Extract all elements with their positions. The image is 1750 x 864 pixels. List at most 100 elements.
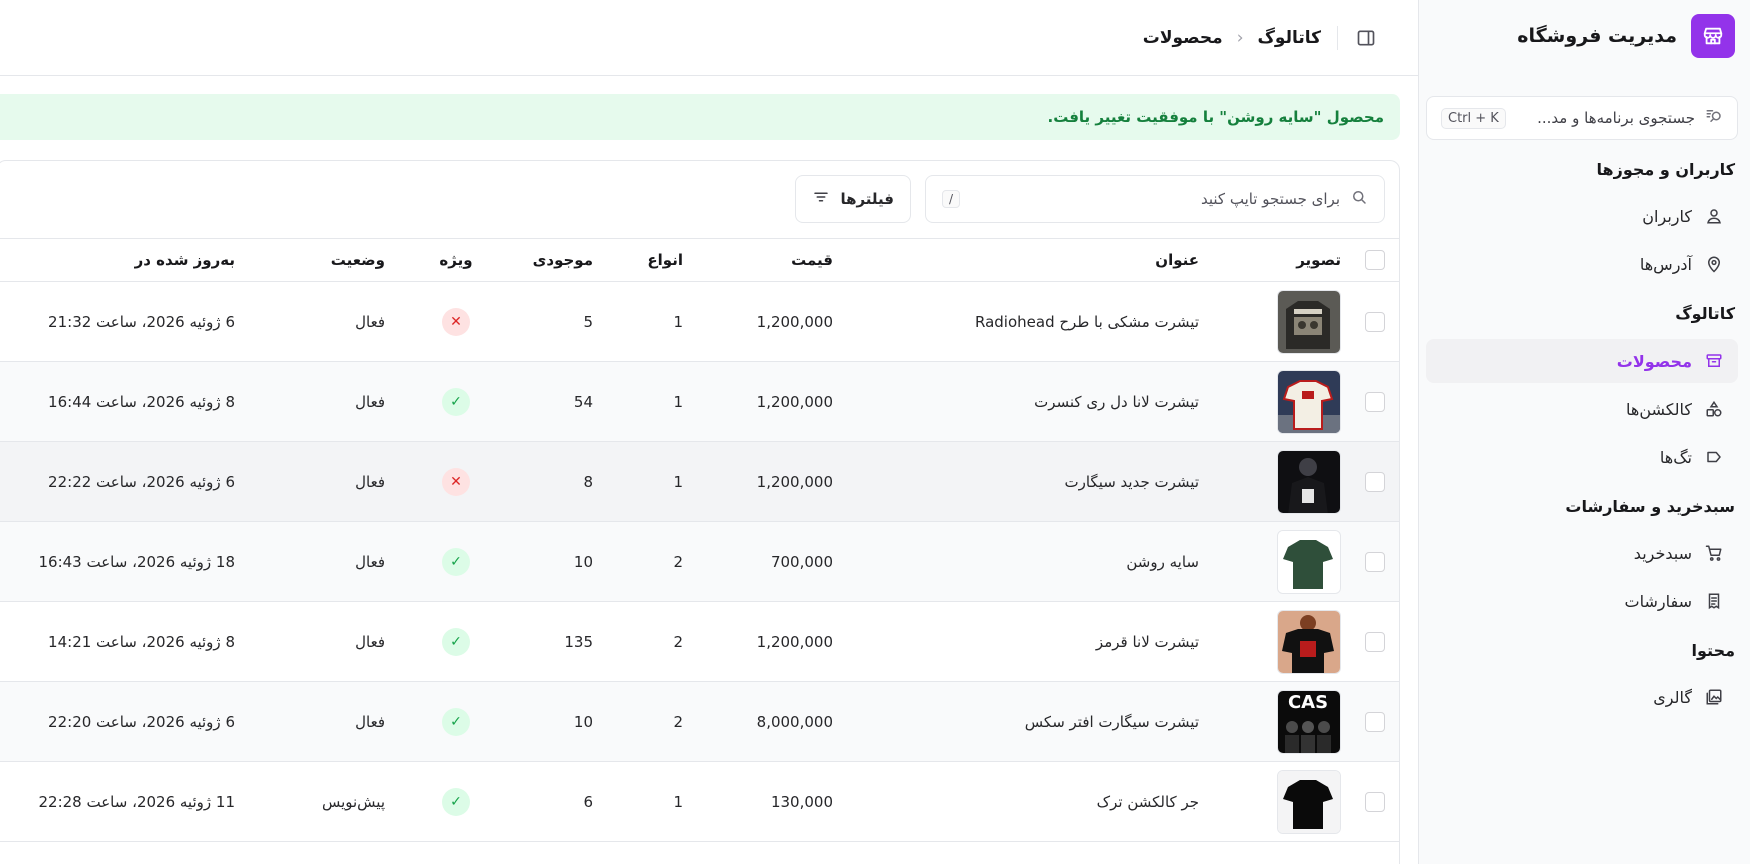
product-thumbnail[interactable]	[1261, 282, 1341, 361]
receipt-icon	[1704, 591, 1724, 611]
x-icon: ✕	[442, 467, 470, 496]
brand-name: مدیریت فروشگاه	[1517, 25, 1677, 47]
featured-badge: ✓	[434, 762, 478, 841]
row-checkbox[interactable]	[1365, 762, 1385, 841]
product-thumbnail[interactable]	[1261, 522, 1341, 601]
row-checkbox[interactable]	[1365, 442, 1385, 521]
featured-badge: ✓	[434, 682, 478, 761]
brand[interactable]: مدیریت فروشگاه	[1517, 14, 1735, 58]
product-price: 130,000	[770, 792, 833, 811]
product-price: 1,200,000	[756, 312, 833, 331]
check-icon: ✓	[442, 787, 470, 816]
topbar: کاتالوگ ‹ محصولات	[0, 0, 1418, 76]
featured-badge: ✓	[434, 602, 478, 681]
sidebar-search-placeholder: جستجوی برنامه‌ها و مد...	[1537, 109, 1695, 127]
search-shortcut-key: /	[942, 190, 961, 208]
row-checkbox[interactable]	[1365, 522, 1385, 601]
col-featured[interactable]: ویژه	[434, 239, 478, 281]
table-row[interactable]: تیشرت مشکی با طرح Radiohead 1,200,000 1 5 ✕ ف…	[0, 282, 1399, 362]
table-row[interactable]: تیشرت جدید سیگارت 1,200,000 1 8 ✕ فعال 6 ژوئیه…	[0, 442, 1399, 522]
sidebar: مدیریت فروشگاه جستجوی برنامه‌ها و مد... …	[1418, 0, 1750, 864]
updated-at: 8 ژوئیه 2026، ساعت 14:21	[48, 632, 235, 651]
sidebar-item-label: سفارشات	[1624, 591, 1692, 611]
sidebar-item-carts[interactable]: سبدخرید	[1426, 531, 1738, 575]
status-badge: فعال	[355, 472, 385, 491]
product-thumbnail[interactable]	[1261, 362, 1341, 441]
svg-text:CAS: CAS	[1288, 692, 1328, 713]
product-variants: 1	[673, 472, 683, 491]
search-icon	[1350, 188, 1368, 210]
product-variants: 1	[673, 792, 683, 811]
product-thumbnail[interactable]	[1261, 602, 1341, 681]
gallery-icon	[1704, 687, 1724, 707]
status-badge: فعال	[355, 712, 385, 731]
breadcrumb-catalog[interactable]: کاتالوگ	[1258, 28, 1321, 48]
filters-button[interactable]: فیلترها	[795, 175, 911, 223]
product-thumbnail[interactable]	[1261, 762, 1341, 841]
product-title[interactable]: تیشرت سیگارت افتر سکس	[1025, 682, 1199, 761]
sidebar-item-collections[interactable]: کالکشن‌ها	[1426, 387, 1738, 431]
status-badge: فعال	[355, 632, 385, 651]
sidebar-item-users[interactable]: کاربران	[1426, 194, 1738, 238]
product-thumbnail[interactable]	[1261, 442, 1341, 521]
product-title[interactable]: تیشرت لانا دل ری کنسرت	[1034, 362, 1199, 441]
row-checkbox[interactable]	[1365, 362, 1385, 441]
table-row[interactable]: سایه روشن 700,000 2 10 ✓ فعال 18 ژوئیه 2026، س…	[0, 522, 1399, 602]
sidebar-item-label: آدرس‌ها	[1639, 254, 1692, 274]
sidebar-item-tags[interactable]: تگ‌ها	[1426, 435, 1738, 479]
table-search[interactable]: /	[925, 175, 1385, 223]
col-title[interactable]: عنوان	[1155, 239, 1199, 281]
product-title[interactable]: تیشرت مشکی با طرح Radiohead	[975, 282, 1199, 361]
product-price: 1,200,000	[756, 392, 833, 411]
sidebar-item-gallery[interactable]: گالری	[1426, 675, 1738, 719]
sidebar-item-label: تگ‌ها	[1659, 447, 1692, 467]
table-toolbar: / فیلترها	[0, 175, 1385, 223]
table-row[interactable]: جر کالکشن ترک 130,000 1 6 ✓ پیش‌نویس 11 ژوئیه …	[0, 762, 1399, 842]
col-price[interactable]: قیمت	[791, 239, 833, 281]
product-title[interactable]: تیشرت لانا قرمز	[1096, 602, 1199, 681]
col-updated[interactable]: به‌روز شده در	[135, 239, 235, 281]
product-variants: 2	[673, 632, 683, 651]
product-stock: 54	[573, 392, 593, 411]
col-stock[interactable]: موجودی	[533, 239, 593, 281]
row-checkbox[interactable]	[1365, 682, 1385, 761]
store-icon	[1691, 14, 1735, 58]
table-row[interactable]: تیشرت لانا قرمز 1,200,000 2 135 ✓ فعال 8 ژوئیه…	[0, 602, 1399, 682]
updated-at: 11 ژوئیه 2026، ساعت 22:28	[38, 792, 236, 811]
col-status[interactable]: وضعیت	[331, 239, 385, 281]
sidebar-item-orders[interactable]: سفارشات	[1426, 579, 1738, 623]
col-variants[interactable]: انواع	[647, 239, 683, 281]
row-checkbox[interactable]	[1365, 602, 1385, 681]
sidebar-item-label: گالری	[1653, 687, 1692, 707]
row-checkbox[interactable]	[1365, 282, 1385, 361]
product-price: 700,000	[770, 552, 833, 571]
updated-at: 6 ژوئیه 2026، ساعت 22:20	[48, 712, 235, 731]
map-pin-icon	[1704, 254, 1724, 274]
sidebar-search[interactable]: جستجوی برنامه‌ها و مد... Ctrl + K	[1426, 96, 1738, 140]
product-stock: 135	[564, 632, 593, 651]
product-variants: 2	[673, 712, 683, 731]
sidebar-item-addresses[interactable]: آدرس‌ها	[1426, 242, 1738, 286]
table-row[interactable]: تیشرت لانا دل ری کنسرت 1,200,000 1 54 ✓ فعال 8…	[0, 362, 1399, 442]
product-variants: 1	[673, 392, 683, 411]
sidebar-toggle-icon[interactable]	[1354, 26, 1378, 50]
search-input[interactable]	[970, 190, 1340, 208]
updated-at: 18 ژوئیه 2026، ساعت 16:43	[38, 552, 236, 571]
nav-group-orders: سبدخرید و سفارشات	[1565, 497, 1735, 516]
select-all-checkbox[interactable]	[1365, 239, 1385, 281]
product-title[interactable]: تیشرت جدید سیگارت	[1064, 442, 1199, 521]
alert-message: محصول "سایه روشن" با موفقیت تغییر یافت.	[1047, 108, 1385, 126]
check-icon: ✓	[442, 387, 470, 416]
product-title[interactable]: جر کالکشن ترک	[1097, 762, 1199, 841]
table-row[interactable]: CAS تیشرت سیگارت افتر سکس 8,000,000 2 10 ✓ فعا…	[0, 682, 1399, 762]
product-variants: 2	[673, 552, 683, 571]
sidebar-item-products[interactable]: محصولات	[1426, 339, 1738, 383]
product-thumbnail[interactable]: CAS	[1261, 682, 1341, 761]
featured-badge: ✕	[434, 442, 478, 521]
updated-at: 6 ژوئیه 2026، ساعت 22:22	[48, 472, 235, 491]
product-title[interactable]: سایه روشن	[1126, 522, 1199, 601]
product-stock: 6	[583, 792, 593, 811]
product-price: 1,200,000	[756, 472, 833, 491]
status-badge: پیش‌نویس	[321, 792, 385, 811]
nav-group-users: کاربران و مجوزها	[1596, 160, 1736, 179]
